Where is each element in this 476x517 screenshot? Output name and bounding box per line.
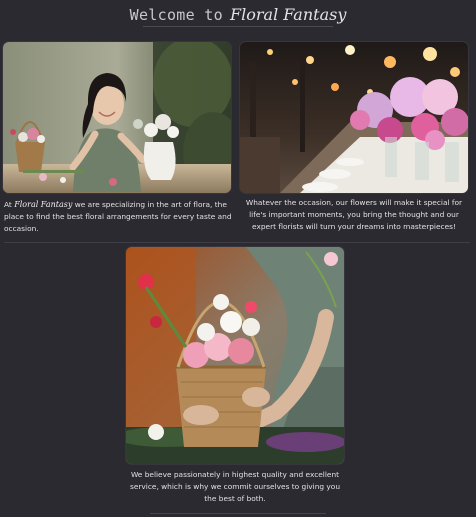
event-table-flowers-photo: [240, 42, 468, 193]
florist-portrait-photo: [3, 42, 231, 193]
page: Welcome to Floral Fantasy At Floral Fant…: [0, 0, 476, 517]
card-1-caption: At Floral Fantasy we are specializing in…: [4, 199, 236, 235]
card-3-caption: We believe passionately in highest quali…: [126, 469, 344, 505]
welcome-text: Welcome to: [129, 6, 223, 24]
section-divider: [4, 242, 470, 243]
brand-name: Floral Fantasy: [230, 5, 347, 24]
flower-basket-photo: [126, 247, 344, 464]
bottom-divider: [150, 513, 326, 514]
caption-2-text: Whatever the occasion, our flowers will …: [245, 198, 463, 231]
header-underline: [143, 26, 333, 27]
event-table-flowers-image-icon: [240, 42, 468, 193]
florist-portrait-image-icon: [3, 42, 231, 193]
caption-1-brand: Floral Fantasy: [14, 200, 73, 209]
caption-1-prefix: At: [4, 200, 12, 209]
caption-3-text: We believe passionately in highest quali…: [129, 470, 341, 503]
page-header: Welcome to Floral Fantasy: [0, 2, 476, 32]
card-2-caption: Whatever the occasion, our flowers will …: [240, 197, 468, 233]
flower-basket-image-icon: [126, 247, 344, 464]
